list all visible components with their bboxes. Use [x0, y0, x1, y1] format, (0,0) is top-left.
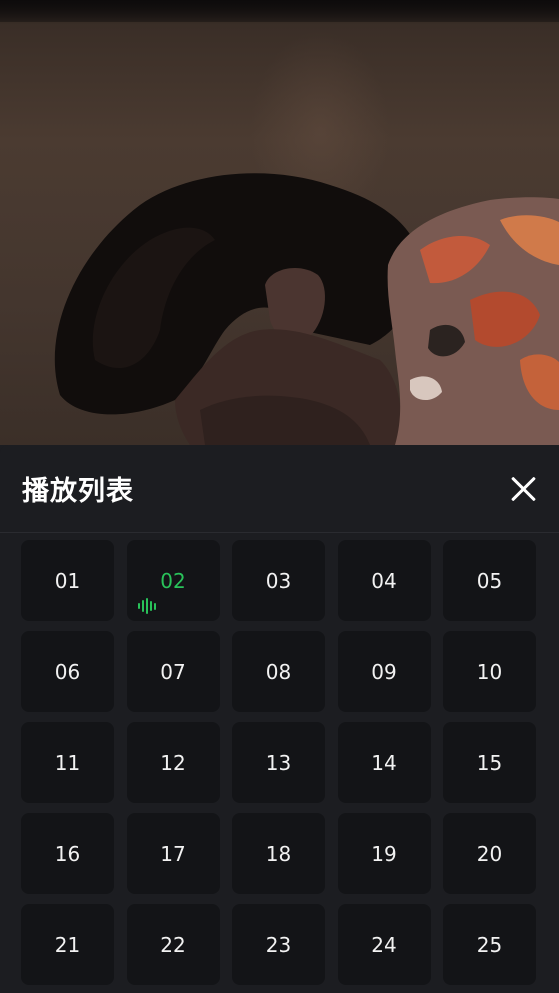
episode-button[interactable]: 14 — [337, 722, 431, 803]
episode-button[interactable]: 10 — [443, 631, 536, 712]
episode-button[interactable]: 23 — [232, 904, 325, 985]
episode-number: 02 — [160, 568, 186, 593]
episode-number: 10 — [476, 659, 503, 684]
episode-number: 17 — [160, 841, 186, 866]
episode-button[interactable]: 08 — [232, 631, 325, 712]
episode-number: 09 — [371, 659, 397, 684]
episode-button[interactable]: 09 — [337, 631, 431, 712]
episode-number: 19 — [371, 841, 397, 866]
episode-button[interactable]: 16 — [21, 813, 114, 894]
episode-button[interactable]: 20 — [443, 813, 536, 894]
episode-button[interactable]: 02 — [126, 540, 220, 621]
episode-number: 04 — [371, 568, 397, 593]
episode-button[interactable]: 12 — [126, 722, 220, 803]
episode-number: 18 — [265, 841, 292, 866]
episode-number: 11 — [54, 750, 81, 775]
episode-number: 16 — [54, 841, 81, 866]
episode-number: 25 — [476, 932, 503, 957]
video-player[interactable] — [0, 0, 559, 445]
episode-button[interactable]: 22 — [126, 904, 220, 985]
episode-button[interactable]: 19 — [337, 813, 431, 894]
close-icon[interactable] — [507, 473, 539, 505]
episode-number: 20 — [476, 841, 503, 866]
episode-button[interactable]: 18 — [232, 813, 325, 894]
episode-number: 22 — [160, 932, 186, 957]
episode-number: 24 — [371, 932, 397, 957]
episode-button[interactable]: 06 — [21, 631, 114, 712]
episode-number: 07 — [160, 659, 186, 684]
episode-number: 23 — [265, 932, 292, 957]
playlist-title: 播放列表 — [22, 476, 134, 507]
now-playing-icon — [137, 598, 156, 614]
episode-number: 15 — [476, 750, 503, 775]
episode-button[interactable]: 04 — [337, 540, 431, 621]
episode-button[interactable]: 13 — [232, 722, 325, 803]
episode-number: 06 — [54, 659, 81, 684]
episode-number: 05 — [476, 568, 503, 593]
episode-button[interactable]: 15 — [443, 722, 536, 803]
episode-number: 01 — [54, 568, 81, 593]
episode-number: 14 — [371, 750, 397, 775]
episode-button[interactable]: 24 — [337, 904, 431, 985]
episode-button[interactable]: 25 — [443, 904, 536, 985]
episode-grid: 01 02 03 04 05 06 07 08 09 10 11 12 13 14 15 16 17 18 19 20… — [21, 540, 537, 985]
episode-number: 12 — [160, 750, 186, 775]
episode-button[interactable]: 21 — [21, 904, 114, 985]
episode-number: 13 — [265, 750, 292, 775]
playlist-header: 播放列表 — [0, 445, 559, 533]
episode-button[interactable]: 01 — [21, 540, 114, 621]
episode-button[interactable]: 03 — [232, 540, 325, 621]
episode-button[interactable]: 07 — [126, 631, 220, 712]
episode-button[interactable]: 17 — [126, 813, 220, 894]
playlist-panel: 播放列表 01 02 03 04 05 06 07 08 09 10 11 12 13 14 15 16 17 1… — [0, 445, 559, 993]
video-frame — [54, 173, 559, 445]
episode-button[interactable]: 11 — [21, 722, 114, 803]
episode-number: 21 — [54, 932, 81, 957]
episode-number: 08 — [265, 659, 292, 684]
episode-button[interactable]: 05 — [443, 540, 536, 621]
episode-number: 03 — [265, 568, 292, 593]
